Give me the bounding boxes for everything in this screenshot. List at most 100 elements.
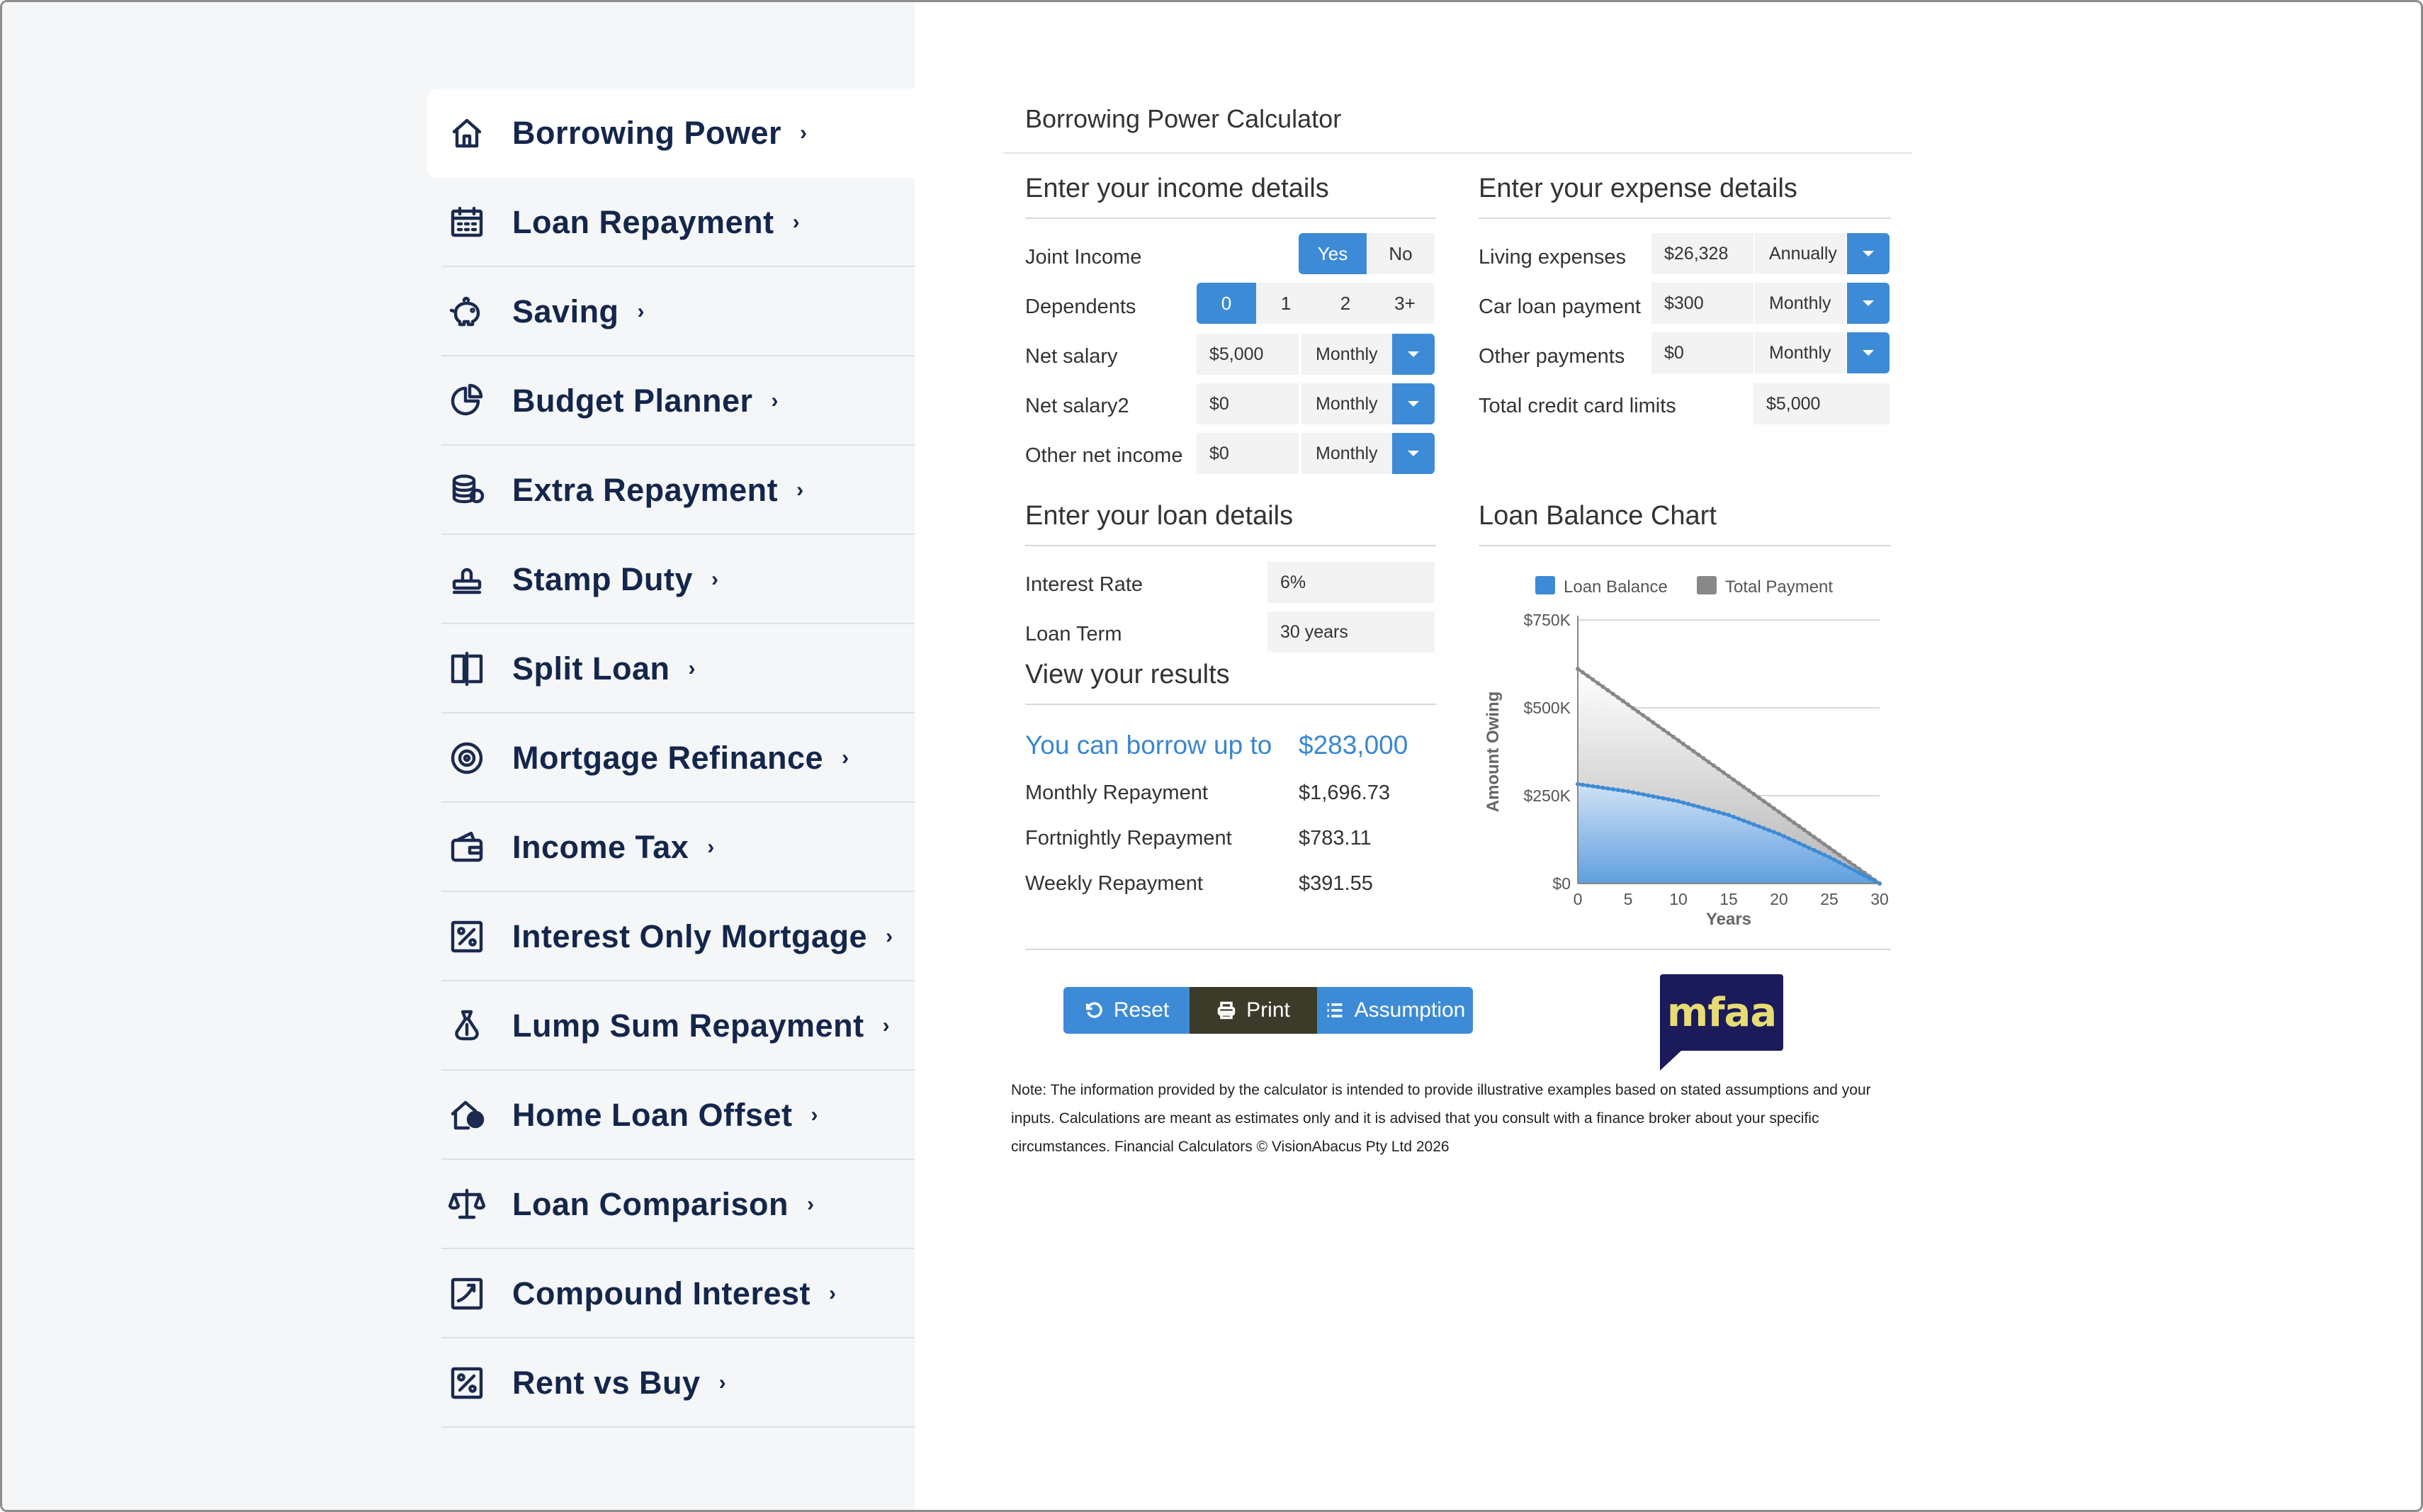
piggy-bank-icon xyxy=(447,292,487,332)
data-point xyxy=(1696,804,1701,809)
x-tick-label: 30 xyxy=(1870,890,1889,908)
sidebar-item-loan-repayment[interactable]: Loan Repayment › xyxy=(427,178,915,267)
reset-button-label: Reset xyxy=(1113,998,1170,1022)
sidebar-item-label: Stamp Duty xyxy=(512,561,694,597)
sidebar-item-stamp-duty[interactable]: Stamp Duty › xyxy=(427,535,915,624)
net-salary2-input[interactable]: $0 xyxy=(1197,383,1299,424)
other-payments-dropdown-icon[interactable] xyxy=(1847,332,1890,373)
joint-income-yes[interactable]: Yes xyxy=(1299,233,1367,274)
dependents-3-plus[interactable]: 3+ xyxy=(1375,283,1435,324)
other-payments-input[interactable]: $0 xyxy=(1651,332,1753,373)
data-point xyxy=(1721,811,1726,816)
credit-card-input[interactable]: $5,000 xyxy=(1753,383,1890,424)
assumption-button[interactable]: Assumption xyxy=(1317,987,1473,1034)
data-point xyxy=(1651,720,1656,725)
sidebar-item-lump-sum-repayment[interactable]: Lump Sum Repayment › xyxy=(427,981,915,1071)
data-point xyxy=(1771,806,1776,811)
percent-icon xyxy=(447,917,487,957)
sidebar-item-mortgage-refinance[interactable]: Mortgage Refinance › xyxy=(427,713,915,803)
other-payments-period[interactable]: Monthly xyxy=(1755,332,1846,373)
living-expenses-period[interactable]: Annually xyxy=(1755,233,1846,274)
x-tick-label: 5 xyxy=(1624,890,1633,908)
y-tick-label: $750K xyxy=(1523,611,1571,629)
data-point xyxy=(1591,677,1595,682)
legend-swatch xyxy=(1697,576,1717,594)
data-point xyxy=(1595,784,1600,789)
dependents-2[interactable]: 2 xyxy=(1316,283,1375,324)
net-salary-input[interactable]: $5,000 xyxy=(1197,334,1299,375)
sidebar-item-loan-comparison[interactable]: Loan Comparison › xyxy=(427,1160,915,1249)
car-loan-input[interactable]: $300 xyxy=(1651,283,1753,324)
other-income-period[interactable]: Monthly xyxy=(1301,433,1392,474)
x-tick-label: 15 xyxy=(1719,890,1738,908)
title-divider xyxy=(1004,152,1912,154)
living-expenses-dropdown-icon[interactable] xyxy=(1847,233,1890,274)
reset-button[interactable]: Reset xyxy=(1063,987,1190,1034)
sidebar-item-label: Extra Repayment xyxy=(512,472,779,508)
mfaa-logo-text: mfaa xyxy=(1666,989,1777,1036)
data-point xyxy=(1746,820,1751,825)
data-point xyxy=(1832,849,1837,854)
data-point xyxy=(1671,798,1676,803)
sidebar-item-home-loan-offset[interactable]: Home Loan Offset › xyxy=(427,1071,915,1160)
chevron-right-icon: › xyxy=(882,1014,890,1037)
data-point xyxy=(1711,763,1716,768)
data-point xyxy=(1656,795,1661,800)
data-point xyxy=(1756,795,1761,800)
data-point xyxy=(1797,824,1802,829)
data-point xyxy=(1792,820,1797,825)
data-point xyxy=(1615,695,1620,700)
net-salary2-period[interactable]: Monthly xyxy=(1301,383,1392,424)
dependents-1[interactable]: 1 xyxy=(1256,283,1316,324)
sidebar-item-borrowing-power[interactable]: Borrowing Power › xyxy=(427,89,915,178)
data-point xyxy=(1847,865,1852,870)
sidebar-item-label: Interest Only Mortgage xyxy=(512,918,868,954)
data-point xyxy=(1751,822,1756,827)
data-point xyxy=(1751,791,1756,796)
chevron-right-icon: › xyxy=(842,746,849,769)
sidebar-item-saving[interactable]: Saving › xyxy=(427,267,915,356)
data-point xyxy=(1641,713,1646,718)
data-point xyxy=(1671,734,1676,739)
data-point xyxy=(1746,788,1751,793)
other-income-dropdown-icon[interactable] xyxy=(1392,433,1435,474)
print-button[interactable]: Print xyxy=(1190,987,1317,1034)
data-point xyxy=(1822,852,1826,857)
other-income-input[interactable]: $0 xyxy=(1197,433,1299,474)
sidebar-item-split-loan[interactable]: Split Loan › xyxy=(427,624,915,713)
car-loan-dropdown-icon[interactable] xyxy=(1847,283,1890,324)
data-point xyxy=(1716,767,1721,772)
net-salary2-dropdown-icon[interactable] xyxy=(1392,383,1435,424)
car-loan-period[interactable]: Monthly xyxy=(1755,283,1846,324)
data-point xyxy=(1706,807,1711,812)
chevron-right-icon: › xyxy=(711,568,719,591)
loan-balance-chart: $0 $250K $500K $750K 0 5 10 15 20 25 30 Years Amount… xyxy=(1484,576,1889,929)
coins-icon xyxy=(447,470,487,510)
joint-income-label: Joint Income xyxy=(1025,246,1142,269)
sidebar-item-extra-repayment[interactable]: Extra Repayment › xyxy=(427,446,915,535)
data-point xyxy=(1696,752,1701,757)
data-point xyxy=(1832,857,1837,862)
living-expenses-input[interactable]: $26,328 xyxy=(1651,233,1753,274)
net-salary-dropdown-icon[interactable] xyxy=(1392,334,1435,375)
net-salary-period[interactable]: Monthly xyxy=(1301,334,1392,375)
chevron-right-icon: › xyxy=(688,657,696,680)
data-point xyxy=(1862,873,1867,878)
sidebar-item-income-tax[interactable]: Income Tax › xyxy=(427,803,915,892)
sidebar-item-rent-vs-buy[interactable]: Rent vs Buy › xyxy=(427,1338,915,1428)
data-point xyxy=(1766,828,1771,833)
sidebar-item-budget-planner[interactable]: Budget Planner › xyxy=(427,356,915,446)
data-point xyxy=(1812,835,1817,840)
dependents-0[interactable]: 0 xyxy=(1197,283,1256,324)
data-point xyxy=(1852,868,1857,873)
data-point xyxy=(1787,817,1792,822)
list-icon xyxy=(1327,1003,1343,1017)
sidebar-item-label: Income Tax xyxy=(512,829,689,865)
joint-income-no[interactable]: No xyxy=(1367,233,1435,274)
sidebar-item-interest-only-mortgage[interactable]: Interest Only Mortgage › xyxy=(427,892,915,981)
bottom-divider xyxy=(1025,949,1891,950)
loan-term-input[interactable]: 30 years xyxy=(1267,611,1435,653)
sidebar-item-compound-interest[interactable]: Compound Interest › xyxy=(427,1249,915,1338)
interest-rate-input[interactable]: 6% xyxy=(1267,562,1435,603)
chevron-right-icon: › xyxy=(707,835,715,859)
